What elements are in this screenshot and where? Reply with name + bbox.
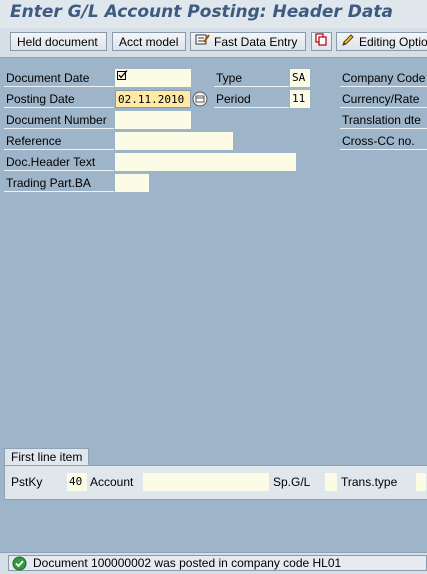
pstky-field[interactable]: 40	[67, 473, 87, 491]
trading-part-label: Trading Part.BA	[4, 174, 114, 192]
copy-icon	[315, 33, 328, 50]
type-label: Type	[214, 69, 289, 87]
posting-date-field[interactable]: 02.11.2010	[115, 90, 191, 108]
spgl-label: Sp.G/L	[273, 475, 311, 489]
currency-rate-label: Currency/Rate	[340, 90, 427, 108]
editing-options-button[interactable]: Editing Optio	[336, 32, 427, 51]
date-picker-icon[interactable]	[192, 91, 208, 107]
translation-date-label: Translation dte	[340, 111, 427, 129]
title-bar: Enter G/L Account Posting: Header Data	[0, 0, 427, 28]
document-date-field[interactable]	[115, 69, 191, 87]
success-check-icon	[12, 556, 27, 574]
held-document-button[interactable]: Held document	[10, 32, 107, 51]
document-date-label: Document Date	[4, 69, 114, 87]
period-field[interactable]: 11	[290, 90, 310, 108]
document-number-label: Document Number	[4, 111, 114, 129]
type-field[interactable]: SA	[290, 69, 310, 87]
pencil-icon	[341, 33, 355, 50]
document-number-field[interactable]	[115, 111, 191, 129]
company-code-label: Company Code	[340, 69, 427, 87]
account-field[interactable]	[143, 473, 269, 491]
first-line-item-tab: First line item	[4, 448, 90, 466]
fast-data-entry-label: Fast Data Entry	[214, 35, 298, 49]
acct-model-label: Acct model	[119, 35, 179, 49]
acct-model-button[interactable]: Acct model	[112, 32, 186, 51]
held-document-label: Held document	[17, 35, 98, 49]
reference-label: Reference	[4, 132, 114, 150]
posting-date-label: Posting Date	[4, 90, 114, 108]
first-line-item-section: PstKy 40 Account Sp.G/L Trans.type	[4, 465, 427, 500]
status-message: Document 100000002 was posted in company…	[33, 556, 342, 570]
trans-type-label: Trans.type	[341, 475, 398, 489]
doc-header-text-label: Doc.Header Text	[4, 153, 114, 171]
fast-data-entry-button[interactable]: Fast Data Entry	[190, 32, 306, 51]
fast-entry-icon	[195, 33, 210, 50]
page-title: Enter G/L Account Posting: Header Data	[10, 2, 393, 22]
period-label: Period	[214, 90, 289, 108]
cross-cc-label: Cross-CC no.	[340, 132, 427, 150]
required-check-icon	[117, 69, 128, 87]
trading-part-field[interactable]	[115, 174, 149, 192]
copy-button[interactable]	[311, 32, 332, 51]
spgl-field[interactable]	[325, 473, 337, 491]
editing-options-label: Editing Optio	[359, 35, 427, 50]
application-toolbar: Held document Acct model Fast Data Entry	[0, 28, 427, 58]
account-label: Account	[90, 475, 134, 489]
status-bar: Document 100000002 was posted in company…	[0, 552, 427, 574]
trans-type-field[interactable]	[416, 473, 426, 491]
reference-field[interactable]	[115, 132, 233, 150]
doc-header-text-field[interactable]	[115, 153, 296, 171]
status-message-box[interactable]: Document 100000002 was posted in company…	[8, 555, 427, 571]
pstky-label: PstKy	[11, 475, 43, 489]
